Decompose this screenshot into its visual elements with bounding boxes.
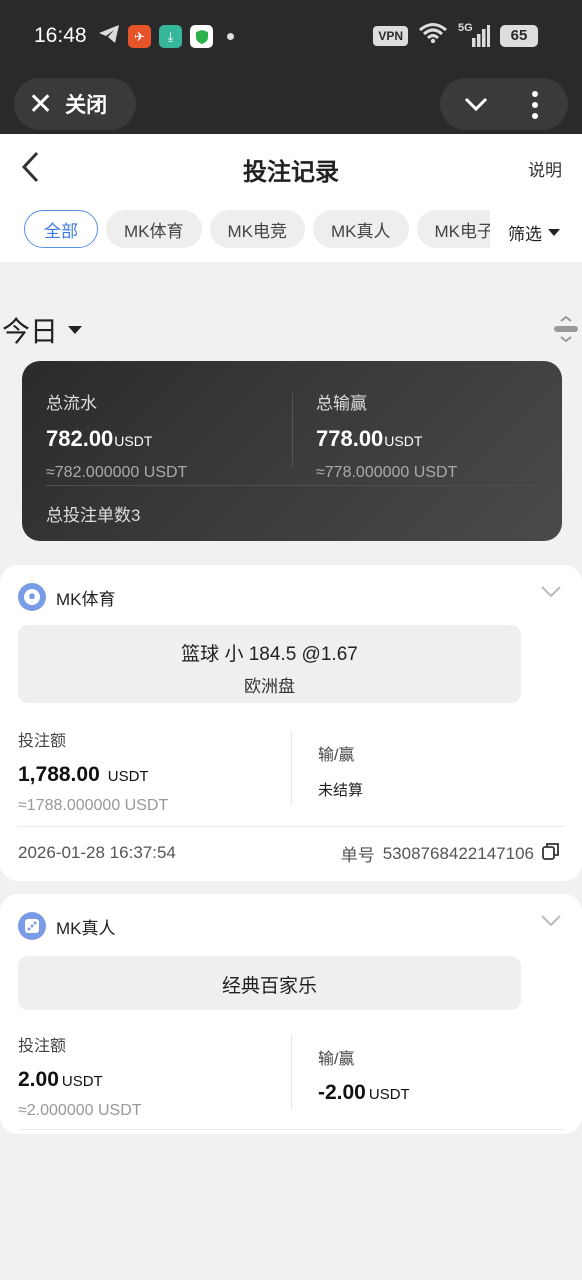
provider-name: MK体育 [56, 589, 116, 609]
dice-icon [18, 912, 46, 940]
collapse-button[interactable] [462, 90, 490, 123]
stake-label: 投注额 [18, 733, 67, 750]
result-value: 未结算 [318, 782, 364, 799]
bet-card[interactable]: MK真人 经典百家乐 投注额 2.00 USDT ≈2.000000 USDT 输… [0, 894, 582, 1134]
turnover-block: 总流水 782.00USDT ≈782.000000 USDT [46, 389, 187, 482]
page-header: 投注记录 说明 全部 MK体育 MK电竞 MK真人 MK电子 筛选 [0, 134, 582, 262]
chevron-down-icon [541, 915, 561, 927]
winloss-block: 总输赢 778.00USDT ≈778.000000 USDT [316, 389, 457, 482]
explain-link[interactable]: 说明 [528, 156, 562, 181]
notification-icons: ✈ ⤓ [98, 24, 234, 49]
date-selector[interactable]: 今日 [2, 310, 83, 350]
turnover-approx: ≈782.000000 USDT [46, 464, 188, 481]
tab-mk-sports[interactable]: MK体育 [106, 210, 202, 248]
filter-button[interactable]: 筛选 [508, 220, 560, 245]
signal-icon: 5G [458, 22, 490, 48]
divider [292, 393, 293, 467]
tab-mk-slots[interactable]: MK电子 [416, 210, 490, 248]
more-options-button[interactable] [532, 91, 538, 119]
winloss-label: 总输赢 [316, 394, 367, 413]
divider [18, 1129, 564, 1130]
telegram-icon [98, 24, 120, 49]
winloss-approx: ≈778.000000 USDT [316, 464, 458, 481]
more-notifications-dot [227, 33, 234, 40]
vpn-badge: VPN [373, 25, 408, 46]
stake-block: 投注额 1,788.00 USDT ≈1788.000000 USDT [18, 727, 168, 815]
divider [46, 485, 538, 486]
divider [291, 731, 292, 805]
tab-mk-esports[interactable]: MK电竞 [209, 210, 305, 248]
bet-time: 2026-01-28 16:37:54 [18, 843, 176, 862]
stake-approx: ≈2.000000 USDT [18, 1102, 142, 1119]
close-icon: ✕ [28, 87, 54, 121]
copy-icon[interactable] [542, 842, 560, 865]
result-label: 输/赢 [318, 1051, 355, 1068]
result-label: 输/赢 [318, 747, 355, 764]
close-label: 关闭 [65, 94, 108, 117]
battery-icon: 65 [500, 24, 538, 47]
chevron-down-icon [541, 586, 561, 598]
browser-toolbar: ✕ 关闭 [0, 72, 582, 134]
stake-value: 2.00 USDT [18, 1068, 103, 1091]
date-label: 今日 [2, 315, 59, 348]
winloss-value: 778.00USDT [316, 426, 423, 451]
bet-selection: 经典百家乐 [18, 956, 521, 1010]
selection-text: 篮球 小 184.5 @1.67 [181, 644, 358, 665]
expand-button[interactable] [540, 585, 562, 604]
order-value: 5308768422147106 [382, 843, 534, 863]
stake-label: 投注额 [18, 1038, 67, 1055]
bet-selection: 篮球 小 184.5 @1.67 欧洲盘 [18, 625, 521, 703]
download-app-icon: ⤓ [159, 25, 182, 48]
wifi-icon [418, 22, 448, 49]
orange-app-icon: ✈ [128, 25, 151, 48]
order-number: 单号 5308768422147106 [341, 841, 560, 866]
chevron-down-icon [464, 97, 488, 112]
bet-count: 总投注单数3 [46, 506, 141, 525]
browser-menu [440, 78, 568, 130]
divider [291, 1034, 292, 1110]
stake-approx: ≈1788.000000 USDT [18, 797, 169, 814]
turnover-value: 782.00USDT [46, 426, 153, 451]
shield-app-icon [190, 25, 213, 48]
close-button[interactable]: ✕ 关闭 [14, 78, 136, 130]
bet-provider: MK体育 [18, 583, 116, 611]
provider-name: MK真人 [56, 918, 116, 938]
summary-card: 总流水 782.00USDT ≈782.000000 USDT 总输赢 778.… [22, 361, 562, 541]
result-block: 输/赢 -2.00 USDT [318, 1045, 410, 1105]
page-title: 投注记录 [243, 158, 339, 186]
bet-card[interactable]: MK体育 篮球 小 184.5 @1.67 欧洲盘 投注额 1,788.00 US… [0, 565, 582, 881]
odds-type: 欧洲盘 [244, 677, 295, 696]
expand-button[interactable] [540, 914, 562, 933]
clock: 16:48 [34, 24, 87, 47]
result-value: -2.00 USDT [318, 1081, 410, 1104]
caret-down-icon [548, 229, 560, 236]
bet-provider: MK真人 [18, 912, 116, 940]
result-block: 输/赢 未结算 [318, 741, 363, 800]
turnover-label: 总流水 [46, 394, 97, 413]
divider [18, 826, 564, 827]
soccer-ball-icon [18, 583, 46, 611]
caret-down-icon [68, 326, 83, 334]
stake-block: 投注额 2.00 USDT ≈2.000000 USDT [18, 1032, 142, 1120]
drag-handle-icon[interactable] [554, 314, 578, 344]
selection-text: 经典百家乐 [221, 976, 317, 997]
category-tabs: 全部 MK体育 MK电竞 MK真人 MK电子 [24, 210, 490, 250]
tab-all[interactable]: 全部 [24, 210, 98, 248]
tab-mk-live[interactable]: MK真人 [313, 210, 409, 248]
stake-value: 1,788.00 USDT [18, 763, 149, 786]
filter-label: 筛选 [508, 225, 542, 244]
order-label: 单号 [340, 846, 375, 865]
system-indicators: VPN 5G 65 [373, 22, 538, 49]
status-bar: 16:48 ✈ ⤓ VPN 5G 65 [0, 0, 582, 72]
